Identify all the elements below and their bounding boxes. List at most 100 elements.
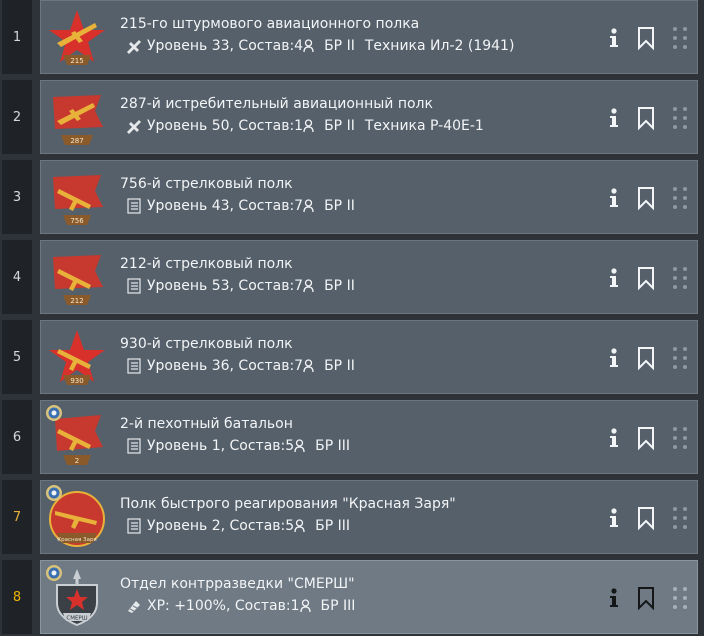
unit-row-selected[interactable]: 8 СМЕРШ Отдел контрразведки "СМЕРШ" XP: … [0, 560, 704, 634]
unit-title: 2-й пехотный батальон [120, 416, 293, 432]
info-icon[interactable] [603, 265, 625, 291]
person-icon [294, 519, 305, 533]
medal-icon [44, 563, 64, 583]
unit-info: Уровень 43, Состав:7 БР II [125, 198, 355, 214]
star-gun-emblem: 930 [47, 327, 107, 389]
unit-info: XP: +100%, Состав:1 БР III [125, 598, 355, 614]
flag-gun-emblem: 756 [47, 167, 107, 229]
row-number: 5 [2, 320, 32, 394]
plane-icon [125, 118, 143, 134]
unit-title: Полк быстрого реагирования "Красная Заря… [120, 496, 456, 512]
svg-text:215: 215 [70, 57, 83, 65]
svg-text:930: 930 [70, 377, 83, 385]
unit-row[interactable]: 4 212 212-й стрелковый полк Уровень 53, … [0, 240, 704, 314]
info-icon[interactable] [603, 345, 625, 371]
bookmark-icon[interactable] [635, 345, 657, 371]
svg-text:756: 756 [70, 217, 84, 225]
unit-info: Уровень 53, Состав:7 БР II [125, 278, 355, 294]
vehicle-label: Техника Ил-2 (1941) [364, 38, 515, 54]
person-icon [299, 599, 311, 613]
info-icon[interactable] [603, 25, 625, 51]
drag-handle-icon[interactable] [669, 345, 691, 371]
drag-handle-icon[interactable] [669, 425, 691, 451]
unit-title: 287-й истребительный авиационный полк [120, 96, 433, 112]
row-number: 7 [2, 480, 32, 554]
bookmark-icon[interactable] [635, 585, 657, 611]
info-icon[interactable] [603, 585, 625, 611]
unit-row[interactable]: 7 Красная Заря Полк быстрого реагировани… [0, 480, 704, 554]
unit-row[interactable]: 5 930 930-й стрелковый полк Уровень 36, … [0, 320, 704, 394]
bookmark-icon[interactable] [635, 505, 657, 531]
infantry-icon [125, 438, 143, 454]
info-icon[interactable] [603, 425, 625, 451]
bookmark-icon[interactable] [635, 425, 657, 451]
person-icon [303, 359, 314, 373]
person-icon [303, 199, 314, 213]
unit-info: Уровень 33, Состав:4 БР II Техника Ил-2 … [125, 38, 514, 54]
battle-rating: БР II [324, 198, 355, 214]
unit-card[interactable]: СМЕРШ Отдел контрразведки "СМЕРШ" XP: +1… [40, 560, 698, 634]
unit-title: Отдел контрразведки "СМЕРШ" [120, 576, 355, 592]
drag-handle-icon[interactable] [669, 105, 691, 131]
info-icon[interactable] [603, 185, 625, 211]
drag-handle-icon[interactable] [669, 185, 691, 211]
unit-title: 215-го штурмового авиационного полка [120, 16, 420, 32]
battle-rating: БР III [315, 518, 351, 534]
battle-rating: БР II [324, 38, 355, 54]
battle-rating: БР II [324, 358, 355, 374]
bookmark-icon[interactable] [635, 105, 657, 131]
drag-handle-icon[interactable] [669, 265, 691, 291]
unit-info: Уровень 1, Состав:5 БР III [125, 438, 350, 454]
bookmark-icon[interactable] [635, 185, 657, 211]
medal-icon [44, 403, 64, 423]
person-icon [303, 119, 314, 133]
unit-title: 930-й стрелковый полк [120, 336, 293, 352]
unit-info: Уровень 2, Состав:5 БР III [125, 518, 350, 534]
unit-list: 1 215 215-го штурмового авиационного пол… [0, 0, 704, 636]
vehicle-label: Техника P-40E-1 [364, 118, 484, 134]
unit-row[interactable]: 2 287 287-й истребительный авиационный п… [0, 80, 704, 154]
xp-boost-icon [125, 598, 143, 614]
row-number: 1 [2, 0, 32, 74]
drag-handle-icon[interactable] [669, 585, 691, 611]
person-icon [294, 439, 305, 453]
row-number: 3 [2, 160, 32, 234]
flag-gun-emblem: 212 [47, 247, 107, 309]
person-icon [303, 39, 314, 53]
battle-rating: БР II [324, 118, 355, 134]
row-number: 4 [2, 240, 32, 314]
unit-card[interactable]: 215 215-го штурмового авиационного полка… [40, 0, 698, 74]
bookmark-icon[interactable] [635, 265, 657, 291]
plane-icon [125, 38, 143, 54]
infantry-icon [125, 518, 143, 534]
drag-handle-icon[interactable] [669, 505, 691, 531]
unit-card[interactable]: Красная Заря Полк быстрого реагирования … [40, 480, 698, 554]
unit-row[interactable]: 3 756 756-й стрелковый полк Уровень 43, … [0, 160, 704, 234]
unit-card[interactable]: 287 287-й истребительный авиационный пол… [40, 80, 698, 154]
infantry-icon [125, 198, 143, 214]
bookmark-icon[interactable] [635, 25, 657, 51]
info-icon[interactable] [603, 505, 625, 531]
unit-card[interactable]: 756 756-й стрелковый полк Уровень 43, Со… [40, 160, 698, 234]
battle-rating: БР III [320, 598, 356, 614]
unit-card[interactable]: 930 930-й стрелковый полк Уровень 36, Со… [40, 320, 698, 394]
unit-card[interactable]: 212 212-й стрелковый полк Уровень 53, Со… [40, 240, 698, 314]
drag-handle-icon[interactable] [669, 25, 691, 51]
unit-row[interactable]: 6 2 2-й пехотный батальон Уровень 1, Сос… [0, 400, 704, 474]
row-number: 8 [2, 560, 32, 634]
flag-plane-emblem: 287 [47, 87, 107, 149]
svg-text:212: 212 [70, 297, 83, 305]
svg-text:2: 2 [75, 457, 79, 465]
svg-text:Красная Заря: Красная Заря [57, 537, 97, 543]
infantry-icon [125, 278, 143, 294]
unit-title: 212-й стрелковый полк [120, 256, 293, 272]
battle-rating: БР II [324, 278, 355, 294]
person-icon [303, 279, 314, 293]
unit-card[interactable]: 2 2-й пехотный батальон Уровень 1, Соста… [40, 400, 698, 474]
info-icon[interactable] [603, 105, 625, 131]
unit-info: Уровень 50, Состав:1 БР II Техника P-40E… [125, 118, 484, 134]
row-number: 6 [2, 400, 32, 474]
svg-text:287: 287 [70, 137, 83, 145]
unit-row[interactable]: 1 215 215-го штурмового авиационного пол… [0, 0, 704, 74]
row-number: 2 [2, 80, 32, 154]
